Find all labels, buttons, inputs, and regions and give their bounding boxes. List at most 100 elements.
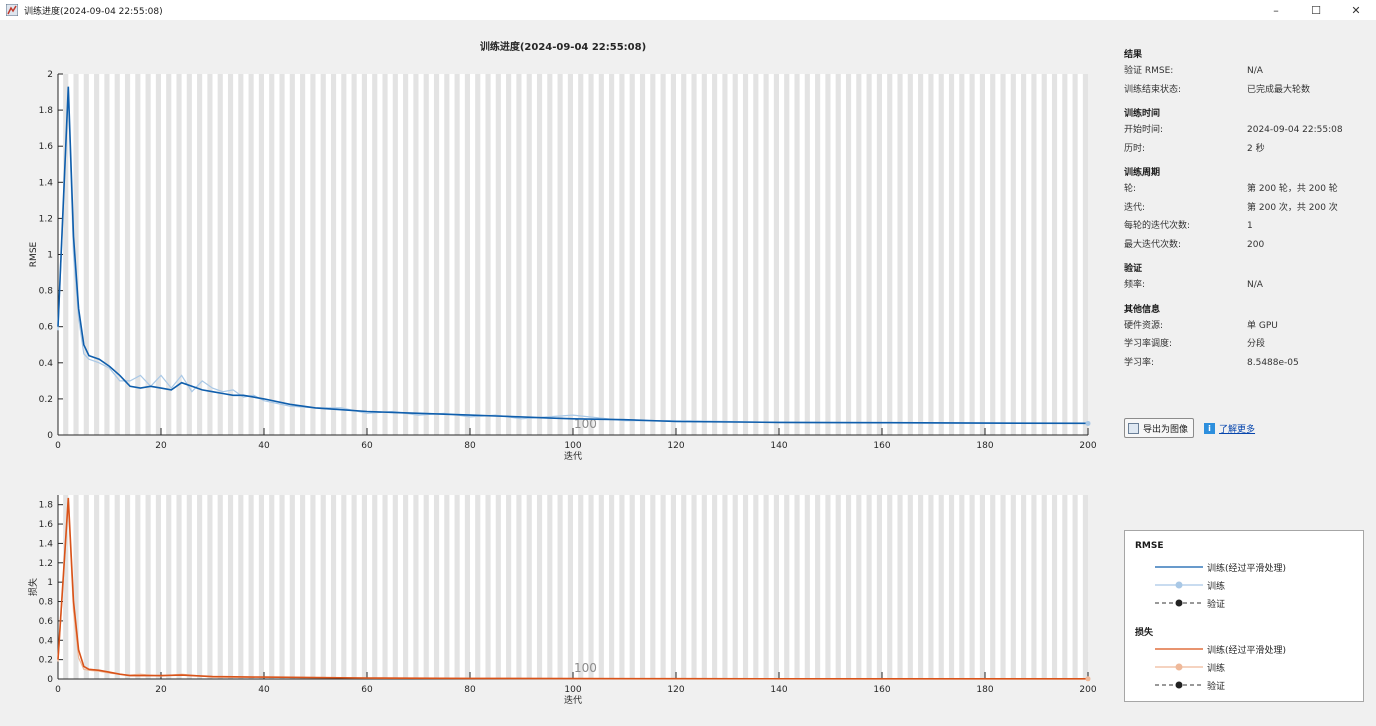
rmse-iteration-stripe [1021,74,1027,435]
minimize-button[interactable]: – [1256,0,1296,20]
rmse-iteration-stripe [887,74,893,435]
export-image-icon [1128,422,1139,434]
info-value: 单 GPU [1247,320,1278,331]
loss-iteration-stripe [1010,495,1016,679]
loss-iteration-stripe [197,495,203,679]
info-value: 第 200 轮，共 200 轮 [1247,184,1338,194]
rmse-iteration-stripe [567,74,573,435]
rmse-x-tick-label: 160 [873,441,890,451]
loss-y-tick-label: 1.2 [39,559,53,569]
training-info-panel: 结果 验证 RMSE: N/A 训练结束状态: 已完成最大轮数 训练时间 开始时间:… [1124,48,1364,372]
loss-iteration-stripe [104,495,110,679]
loss-iteration-stripe [372,495,378,679]
rmse-iteration-stripe [1062,74,1068,435]
rmse-iteration-stripe [773,74,779,435]
loss-x-tick-label: 0 [55,685,61,695]
rmse-x-tick-label: 100 [564,441,581,451]
legend-label: 训练(经过平滑处理) [1207,645,1287,656]
loss-iteration-stripe [186,495,192,679]
loss-iteration-stripe [423,495,429,679]
rmse-iteration-stripe [444,74,450,435]
rmse-x-tick-label: 0 [55,441,61,451]
rmse-y-tick-label: 1 [47,251,53,261]
loss-iteration-stripe [619,495,625,679]
rmse-iteration-stripe [547,74,553,435]
rmse-iteration-stripe [701,74,707,435]
legend-label: 训练 [1207,581,1226,592]
loss-iteration-stripe [227,495,234,679]
loss-iteration-stripe [506,495,512,679]
loss-iteration-stripe [670,495,676,679]
legend-loss-training: 训练 [1155,660,1355,674]
validation-section-title: 验证 [1124,264,1143,274]
loss-iteration-stripe [176,495,182,679]
info-key: 学习率: [1124,357,1155,368]
loss-y-tick-label: 0.8 [39,598,54,608]
rmse-iteration-stripe [588,74,594,435]
loss-iteration-stripe [691,495,697,679]
loss-final-point [1085,676,1091,682]
loss-x-tick-label: 180 [976,685,993,695]
rmse-iteration-stripe [948,74,955,435]
rmse-iteration-stripe [990,74,996,435]
rmse-iteration-stripe [83,74,89,435]
rmse-x-axis-label: 迭代 [564,450,582,462]
loss-iteration-stripe [320,495,326,679]
maximize-button[interactable]: ☐ [1296,0,1336,20]
rmse-iteration-stripe [660,74,666,435]
info-row: 训练结束状态: 已完成最大轮数 [1124,81,1364,100]
loss-iteration-stripe [650,495,656,679]
title-bar[interactable]: 训练进度(2024-09-04 22:55:08) – ☐ ✕ [0,0,1376,20]
info-value: 2 秒 [1247,143,1265,154]
loss-x-axis-label: 迭代 [564,694,582,706]
loss-x-tick-label: 60 [361,685,373,695]
legend-label: 训练(经过平滑处理) [1207,563,1287,574]
rmse-iteration-stripe [835,74,841,435]
rmse-iteration-stripe [382,74,388,435]
info-key: 历时: [1124,143,1146,154]
loss-iteration-stripe [887,495,893,679]
info-row: 学习率调度: 分段 [1124,335,1364,354]
cycle-section-title: 训练周期 [1124,168,1161,178]
rmse-iteration-stripe [485,74,491,435]
rmse-iteration-stripe [227,74,234,435]
rmse-iteration-stripe [907,74,913,435]
loss-iteration-stripe [959,495,965,679]
rmse-x-tick-label: 80 [464,441,476,451]
loss-iteration-stripe [794,495,800,679]
rmse-iteration-stripe [207,74,213,435]
close-button[interactable]: ✕ [1336,0,1376,20]
loss-iteration-stripe [1031,495,1037,679]
legend-rmse-validation: 验证 [1155,596,1355,610]
loss-iteration-stripe [1082,495,1088,679]
content-area: 训练进度(2024-09-04 22:55:08) 0 0.2 0.4 0.6 0.8 1… [8,20,1366,722]
loss-y-tick-label: 0.2 [39,656,53,666]
info-icon: i [1204,422,1216,434]
loss-iteration-stripe [361,495,367,679]
info-key: 最大迭代次数: [1124,239,1182,250]
rmse-iteration-stripe [526,74,532,435]
learn-more-link[interactable]: i 了解更多 [1204,422,1255,435]
legend-line-swatch [1155,648,1203,650]
rmse-iteration-stripe [1051,74,1058,435]
info-row: 学习率: 8.5488e-05 [1124,354,1364,373]
rmse-iteration-stripe [413,74,419,435]
info-value: 1 [1247,221,1253,231]
info-key: 硬件资源: [1124,320,1164,331]
loss-iteration-stripe [166,495,172,679]
info-row: 每轮的迭代次数: 1 [1124,217,1364,236]
rmse-iteration-stripe [506,74,512,435]
rmse-iteration-stripe [289,74,295,435]
legend-label: 训练 [1207,663,1226,674]
export-image-button[interactable]: 导出为图像 [1124,418,1195,438]
rmse-iteration-stripe [300,74,306,435]
info-key: 学习率调度: [1124,339,1173,349]
loss-y-tick-label: 1 [47,578,53,588]
loss-iteration-stripe [1051,495,1058,679]
loss-iteration-stripe [742,495,749,679]
loss-iteration-stripe [475,495,481,679]
loss-iteration-stripe [135,495,141,679]
loss-iteration-stripe [238,495,244,679]
loss-iteration-stripe [547,495,553,679]
loss-iteration-stripe [495,495,501,679]
